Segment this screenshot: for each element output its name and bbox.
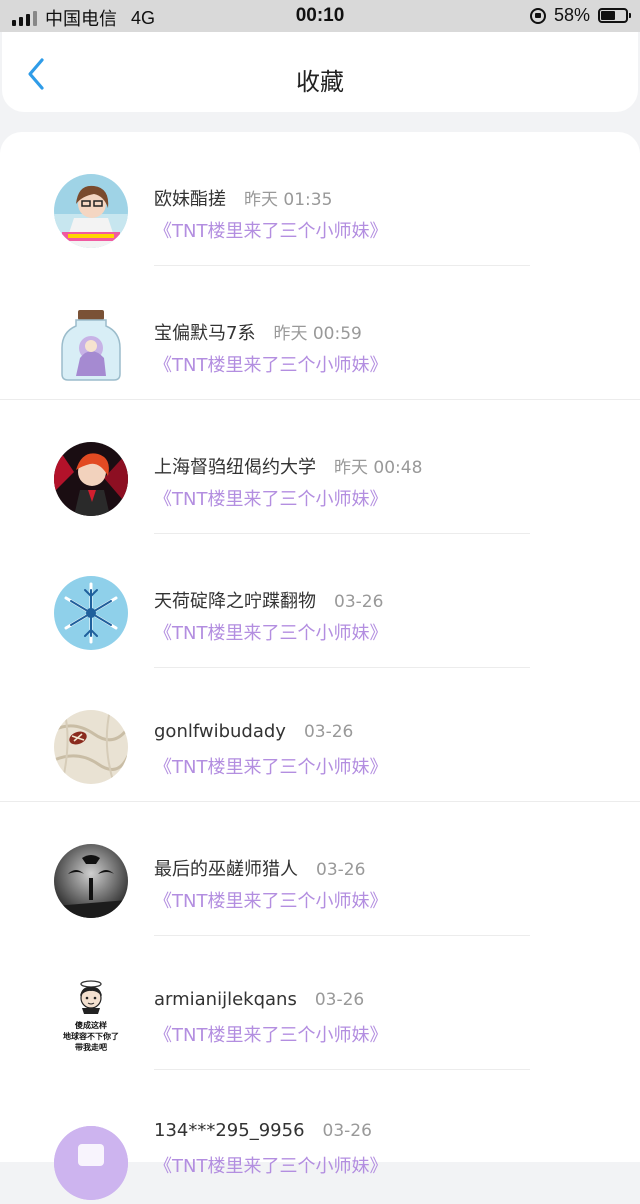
avatar[interactable]: [54, 844, 128, 918]
user-name: 欧妹酯搓: [154, 189, 226, 210]
name-line: 天荷碇降之咛蹀翻物 03-26: [154, 587, 383, 613]
avatar[interactable]: [54, 174, 128, 248]
timestamp: 昨天 00:48: [334, 458, 423, 478]
orientation-lock-icon: [529, 7, 546, 24]
favorite-title-link[interactable]: 《TNT楼里来了三个小师妹》: [154, 485, 387, 511]
status-bar: 中国电信 4G 00:10 58%: [0, 0, 640, 32]
favorites-list: 欧妹酯搓 昨天 01:35 《TNT楼里来了三个小师妹》 宝偏默马7系 昨天 0…: [0, 132, 640, 1200]
user-name: 上海督驺纽偈约大学: [154, 457, 316, 478]
timestamp: 03-26: [316, 860, 366, 880]
avatar-caption-line3: 带我走吧: [75, 1042, 107, 1052]
timestamp: 03-26: [322, 1121, 372, 1141]
list-item[interactable]: gonlfwibudady 03-26 《TNT楼里来了三个小师妹》: [0, 668, 640, 802]
list-item[interactable]: 最后的巫鹾师猎人 03-26 《TNT楼里来了三个小师妹》: [0, 802, 640, 936]
timestamp: 昨天 00:59: [273, 324, 362, 344]
page-title: 收藏: [296, 68, 344, 96]
favorite-title-link[interactable]: 《TNT楼里来了三个小师妹》: [154, 351, 387, 377]
name-line: 最后的巫鹾师猎人 03-26: [154, 855, 365, 881]
status-right: 58%: [529, 5, 631, 26]
list-item[interactable]: 宝偏默马7系 昨天 00:59 《TNT楼里来了三个小师妹》: [0, 266, 640, 400]
favorite-title-link[interactable]: 《TNT楼里来了三个小师妹》: [154, 217, 387, 243]
list-item[interactable]: 傻成这样 地球容不下你了 带我走吧 armianijlekqans 03-26 …: [0, 936, 640, 1070]
list-item[interactable]: 天荷碇降之咛蹀翻物 03-26 《TNT楼里来了三个小师妹》: [0, 534, 640, 668]
avatar[interactable]: [54, 710, 128, 784]
avatar[interactable]: [54, 576, 128, 650]
timestamp: 昨天 01:35: [244, 190, 333, 210]
avatar-caption-line2: 地球容不下你了: [63, 1031, 119, 1041]
name-line: 欧妹酯搓 昨天 01:35: [154, 185, 332, 211]
name-line: gonlfwibudady 03-26: [154, 721, 353, 742]
battery-fill: [601, 11, 615, 20]
avatar[interactable]: [54, 442, 128, 516]
avatar-caption-line1: 傻成这样: [75, 1020, 107, 1030]
favorite-title-link[interactable]: 《TNT楼里来了三个小师妹》: [154, 1021, 387, 1047]
user-name: 最后的巫鹾师猎人: [154, 859, 298, 880]
favorite-title-link[interactable]: 《TNT楼里来了三个小师妹》: [154, 753, 387, 779]
favorite-title-link[interactable]: 《TNT楼里来了三个小师妹》: [154, 1152, 387, 1178]
avatar[interactable]: 傻成这样 地球容不下你了 带我走吧: [50, 978, 132, 1052]
name-line: 上海督驺纽偈约大学 昨天 00:48: [154, 453, 422, 479]
name-line: 宝偏默马7系 昨天 00:59: [154, 319, 362, 345]
avatar[interactable]: [54, 308, 128, 382]
nav-header: 收藏: [2, 32, 638, 112]
name-line: armianijlekqans 03-26: [154, 989, 364, 1010]
list-item[interactable]: 欧妹酯搓 昨天 01:35 《TNT楼里来了三个小师妹》: [0, 132, 640, 266]
battery-percent: 58%: [553, 5, 590, 25]
favorite-title-link[interactable]: 《TNT楼里来了三个小师妹》: [154, 619, 387, 645]
user-name: armianijlekqans: [154, 989, 297, 1010]
avatar[interactable]: [54, 1126, 128, 1200]
user-name: 天荷碇降之咛蹀翻物: [154, 591, 316, 612]
list-item[interactable]: 上海督驺纽偈约大学 昨天 00:48 《TNT楼里来了三个小师妹》: [0, 400, 640, 534]
timestamp: 03-26: [334, 592, 384, 612]
timestamp: 03-26: [314, 990, 365, 1010]
user-name: gonlfwibudady: [154, 721, 286, 742]
battery-icon: [598, 8, 631, 23]
list-item[interactable]: 134***295_9956 03-26 《TNT楼里来了三个小师妹》: [0, 1070, 640, 1204]
favorite-title-link[interactable]: 《TNT楼里来了三个小师妹》: [154, 887, 387, 913]
user-name: 宝偏默马7系: [154, 323, 256, 344]
timestamp: 03-26: [303, 722, 354, 742]
